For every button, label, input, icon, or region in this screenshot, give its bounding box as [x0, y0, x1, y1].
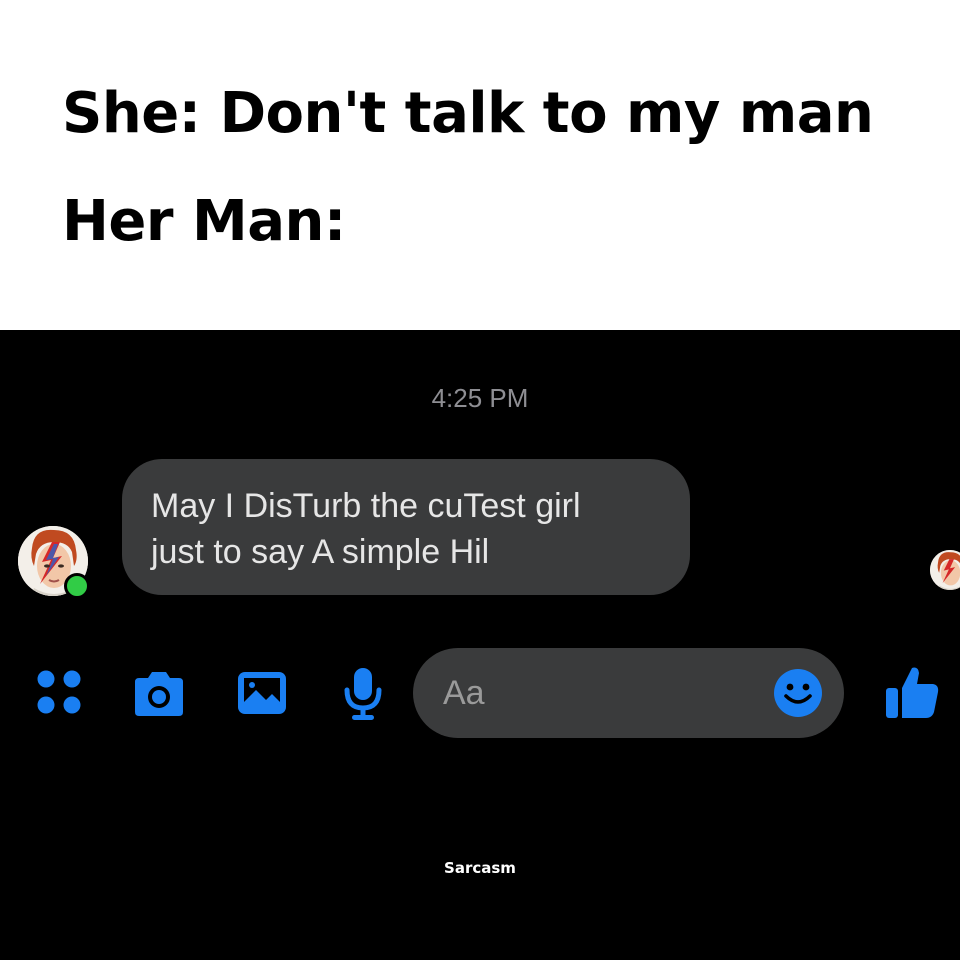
- seen-avatar-portrait: [930, 550, 960, 590]
- meme-page: She: Don't talk to my man Her Man: 4:25 …: [0, 0, 960, 960]
- incoming-message-bubble[interactable]: May I DisTurb the cuTest girl just to sa…: [122, 459, 690, 595]
- message-timestamp: 4:25 PM: [431, 383, 529, 413]
- emoji-icon[interactable]: [773, 668, 823, 718]
- seen-avatar: [930, 550, 960, 590]
- message-input[interactable]: Aa: [413, 648, 844, 738]
- message-text-line-1: May I DisTurb the cuTest girl: [151, 487, 581, 525]
- more-icon[interactable]: [36, 669, 82, 715]
- thumbs-up-icon[interactable]: [884, 664, 940, 720]
- caption-line-1: She: Don't talk to my man: [62, 81, 874, 146]
- watermark-text: Sarcasm: [444, 859, 516, 877]
- messenger-chat: 4:25 PM May I DisTurb the cuTest girl ju…: [0, 330, 960, 960]
- online-status-dot: [64, 573, 90, 599]
- meme-caption: She: Don't talk to my man Her Man:: [0, 0, 960, 330]
- microphone-icon[interactable]: [342, 666, 384, 722]
- caption-line-2: Her Man:: [62, 189, 346, 254]
- message-text-line-2: just to say A simple Hil: [151, 533, 490, 571]
- message-input-placeholder: Aa: [443, 674, 485, 712]
- camera-icon[interactable]: [131, 670, 187, 718]
- gallery-icon[interactable]: [236, 670, 288, 716]
